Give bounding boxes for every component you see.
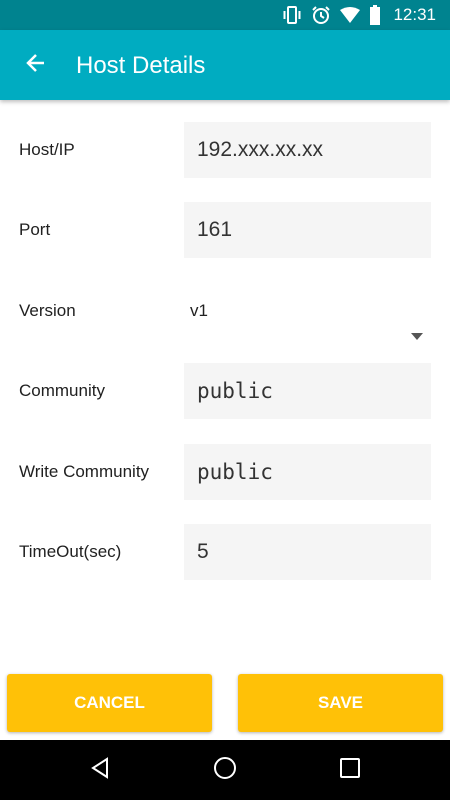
version-value: v1: [190, 301, 208, 320]
save-button[interactable]: SAVE: [238, 674, 443, 732]
version-label: Version: [19, 301, 76, 320]
timeout-input[interactable]: 5: [184, 524, 431, 580]
arrow-back-icon: [24, 51, 48, 80]
status-bar: 12:31: [0, 0, 450, 30]
home-circle-icon: [213, 756, 237, 785]
back-triangle-icon: [89, 756, 111, 784]
alarm-icon: [311, 5, 331, 25]
port-input[interactable]: 161: [184, 202, 431, 258]
write-community-input[interactable]: public: [184, 444, 431, 500]
nav-recents-button[interactable]: [330, 750, 370, 790]
timeout-row: TimeOut(sec) 5: [0, 524, 450, 580]
vibrate-icon: [282, 6, 302, 24]
host-input[interactable]: 192.xxx.xx.xx: [184, 122, 431, 178]
host-row: Host/IP 192.xxx.xx.xx: [0, 122, 450, 178]
community-input[interactable]: public: [184, 363, 431, 419]
nav-home-button[interactable]: [205, 750, 245, 790]
write-community-row: Write Community public: [0, 444, 450, 500]
write-community-label: Write Community: [19, 462, 150, 481]
back-button[interactable]: [16, 45, 56, 85]
host-label: Host/IP: [19, 140, 75, 159]
system-nav-bar: [0, 740, 450, 800]
page-title: Host Details: [76, 52, 206, 79]
battery-icon: [369, 5, 381, 25]
timeout-label: TimeOut(sec): [19, 542, 122, 561]
cancel-button[interactable]: CANCEL: [7, 674, 212, 732]
app-bar: Host Details: [0, 30, 450, 100]
community-label: Community: [19, 381, 105, 400]
version-select[interactable]: v1: [184, 283, 431, 340]
port-label: Port: [19, 220, 51, 239]
dropdown-arrow-icon: [411, 307, 423, 363]
version-row: Version v1: [0, 283, 450, 340]
button-bar: CANCEL SAVE: [0, 666, 450, 740]
recents-square-icon: [340, 757, 360, 783]
community-row: Community public: [0, 363, 450, 419]
port-row: Port 161: [0, 202, 450, 258]
nav-back-button[interactable]: [80, 750, 120, 790]
status-time: 12:31: [393, 5, 436, 24]
wifi-icon: [340, 7, 361, 23]
